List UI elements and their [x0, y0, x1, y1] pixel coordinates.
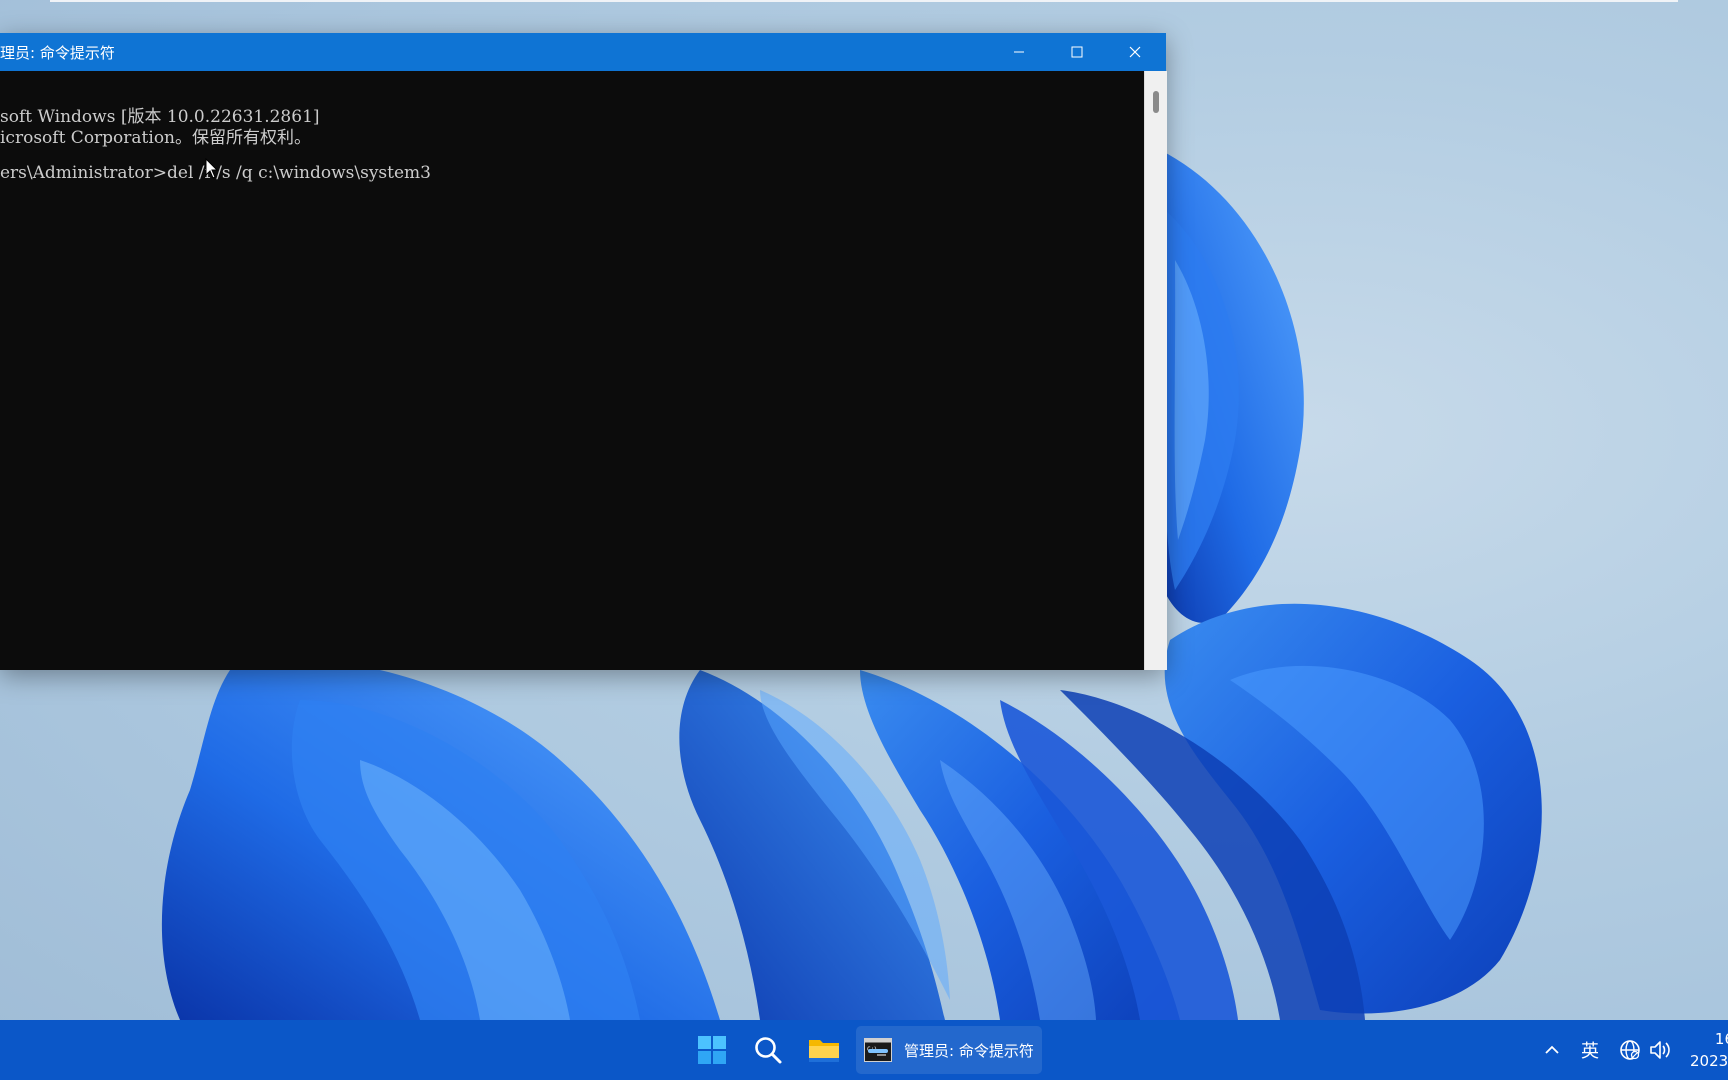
- maximize-button[interactable]: [1049, 33, 1105, 71]
- minimize-button[interactable]: [991, 33, 1047, 71]
- file-explorer-button[interactable]: [800, 1026, 848, 1074]
- scrollbar-thumb[interactable]: [1153, 91, 1159, 113]
- clock-time: 16: [1714, 1030, 1728, 1048]
- close-button[interactable]: [1107, 33, 1163, 71]
- console-output[interactable]: soft Windows [版本 10.0.22631.2861] icroso…: [0, 71, 1144, 670]
- input-method-label: 英: [1581, 1041, 1599, 1062]
- speaker-icon: [1650, 1041, 1670, 1059]
- active-window-indicator: [868, 1049, 888, 1053]
- maximize-icon: [1071, 46, 1083, 58]
- command-prompt-taskbar-label: 管理员: 命令提示符: [904, 1041, 1034, 1060]
- clock-date: 2023/: [1690, 1052, 1728, 1070]
- windows-start-icon: [698, 1036, 726, 1064]
- volume-button[interactable]: [1646, 1026, 1676, 1074]
- search-icon: [755, 1037, 782, 1064]
- minimize-icon: [1014, 51, 1024, 53]
- window-title-bar[interactable]: 理员: 命令提示符: [0, 33, 1166, 71]
- taskbar-clock[interactable]: 16 2023/: [1688, 1028, 1728, 1076]
- window-title: 理员: 命令提示符: [0, 44, 115, 62]
- start-button[interactable]: [688, 1026, 736, 1074]
- input-method-indicator[interactable]: 英: [1574, 1026, 1606, 1074]
- chevron-up-icon: [1545, 1045, 1559, 1054]
- search-button[interactable]: [744, 1026, 792, 1074]
- show-hidden-icons-button[interactable]: [1538, 1026, 1566, 1074]
- console-scrollbar[interactable]: [1144, 71, 1167, 670]
- command-prompt-window[interactable]: 理员: 命令提示符 soft Windows [版本 10.0.22631.28…: [0, 33, 1167, 670]
- folder-icon: [809, 1040, 839, 1062]
- console-line-copyright: icrosoft Corporation。保留所有权利。: [0, 128, 312, 148]
- taskbar: C:\ 管理员: 命令提示符 英: [0, 1020, 1728, 1080]
- globe-icon: [1620, 1040, 1640, 1060]
- network-status-button[interactable]: [1616, 1026, 1644, 1074]
- close-icon: [1129, 46, 1141, 58]
- desktop: 理员: 命令提示符 soft Windows [版本 10.0.22631.28…: [0, 0, 1728, 1080]
- mouse-pointer-icon: [205, 158, 219, 179]
